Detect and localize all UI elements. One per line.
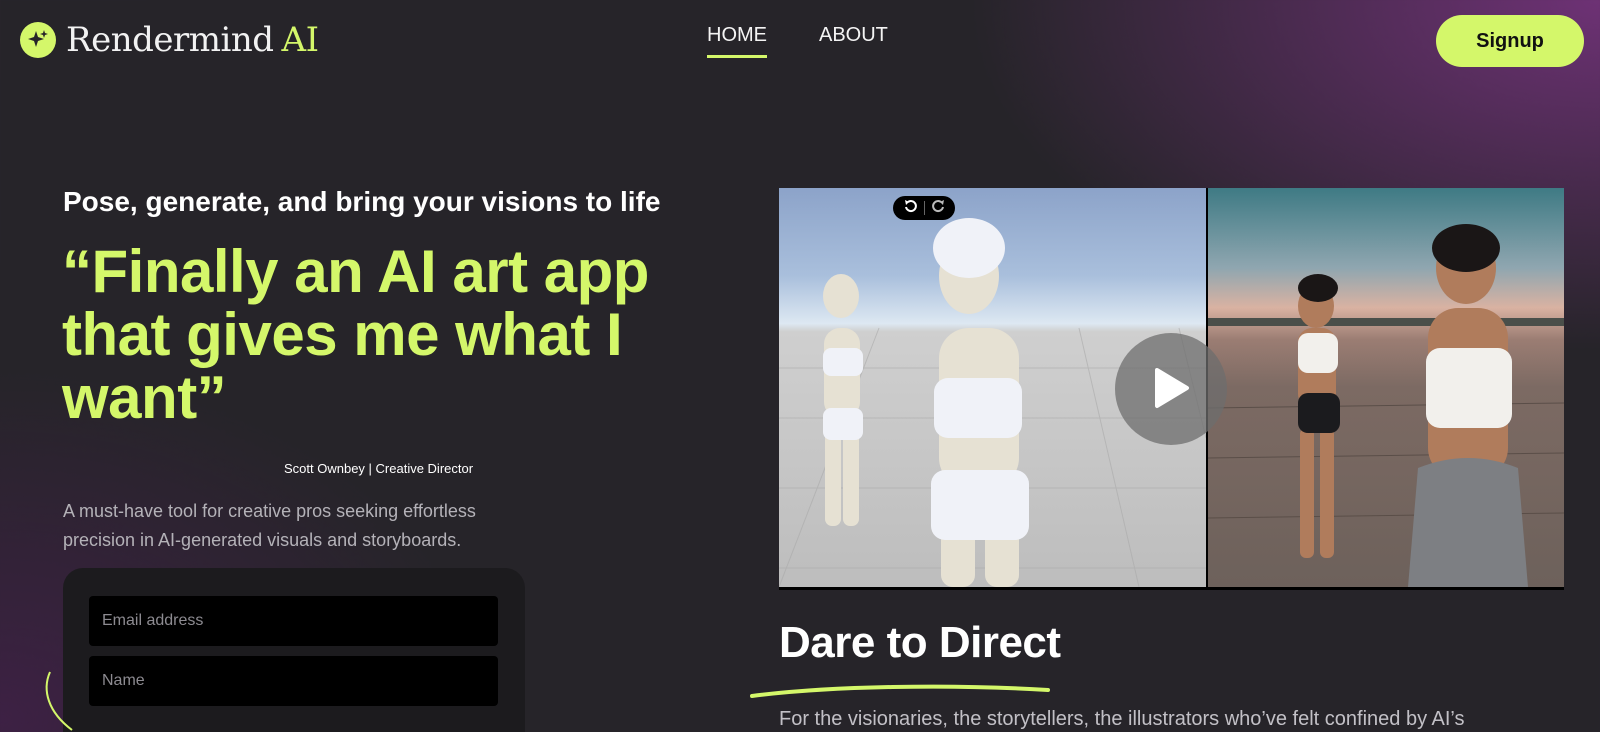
generated-image-panel	[1208, 188, 1564, 587]
brand-name: Rendermind AI	[66, 20, 319, 60]
quote-attribution: Scott Ownbey | Creative Director	[284, 461, 474, 476]
section-title: Dare to Direct	[779, 618, 1061, 667]
signup-button[interactable]: Signup	[1436, 15, 1584, 67]
undo-icon[interactable]	[903, 198, 919, 219]
signup-form	[63, 568, 525, 732]
undo-redo-controls	[893, 196, 955, 220]
hero-tagline: Pose, generate, and bring your visions t…	[63, 186, 661, 217]
play-icon	[1151, 366, 1191, 413]
name-field[interactable]	[89, 656, 498, 706]
title-underline	[750, 684, 1050, 698]
main-nav: HOME ABOUT	[707, 24, 888, 58]
hero-description: A must-have tool for creative pros seeki…	[63, 501, 476, 550]
nav-home[interactable]: HOME	[707, 24, 767, 58]
hero-quote: “Finally an AI art app that gives me wha…	[62, 238, 649, 431]
brand-accent: AI	[281, 20, 319, 60]
email-field[interactable]	[89, 596, 498, 646]
redo-icon[interactable]	[930, 198, 946, 219]
brand-logo[interactable]: Rendermind AI	[20, 20, 319, 60]
demo-video[interactable]	[779, 188, 1564, 590]
generated-photo-illustration	[1208, 224, 1564, 587]
nav-about[interactable]: ABOUT	[819, 24, 888, 58]
play-button[interactable]	[1115, 333, 1227, 445]
section-body: For the visionaries, the storytellers, t…	[779, 708, 1465, 730]
sparkle-icon	[20, 22, 56, 58]
decorative-swirl	[45, 671, 73, 731]
